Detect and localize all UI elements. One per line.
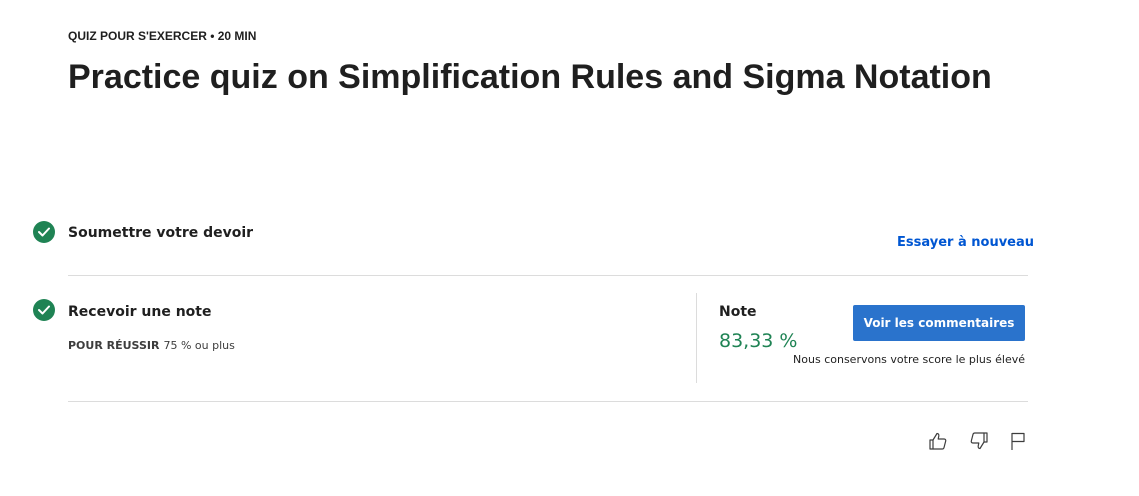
grade-heading: Note [719,304,757,320]
flag-icon[interactable] [1007,430,1029,452]
check-circle-icon [33,221,55,243]
page-title: Practice quiz on Simplification Rules an… [68,58,992,96]
pass-requirement-value: 75 % ou plus [163,339,235,352]
grade-value: 83,33 % [719,330,798,352]
vertical-divider [696,293,697,383]
thumbs-up-icon[interactable] [927,430,949,452]
pass-requirement: POUR RÉUSSIR 75 % ou plus [68,334,235,353]
divider [68,401,1028,402]
step-submit-label: Soumettre votre devoir [68,225,254,241]
view-feedback-button[interactable]: Voir les commentaires [853,305,1025,341]
thumbs-down-icon[interactable] [968,430,990,452]
highest-score-note: Nous conservons votre score le plus élev… [793,353,1025,366]
step-receive-label: Recevoir une note [68,304,212,320]
retry-link[interactable]: Essayer à nouveau [897,235,1034,250]
check-circle-icon [33,299,55,321]
divider [68,275,1028,276]
pass-requirement-key: POUR RÉUSSIR [68,339,160,352]
quiz-meta: QUIZ POUR S'EXERCER • 20 MIN [68,29,257,43]
